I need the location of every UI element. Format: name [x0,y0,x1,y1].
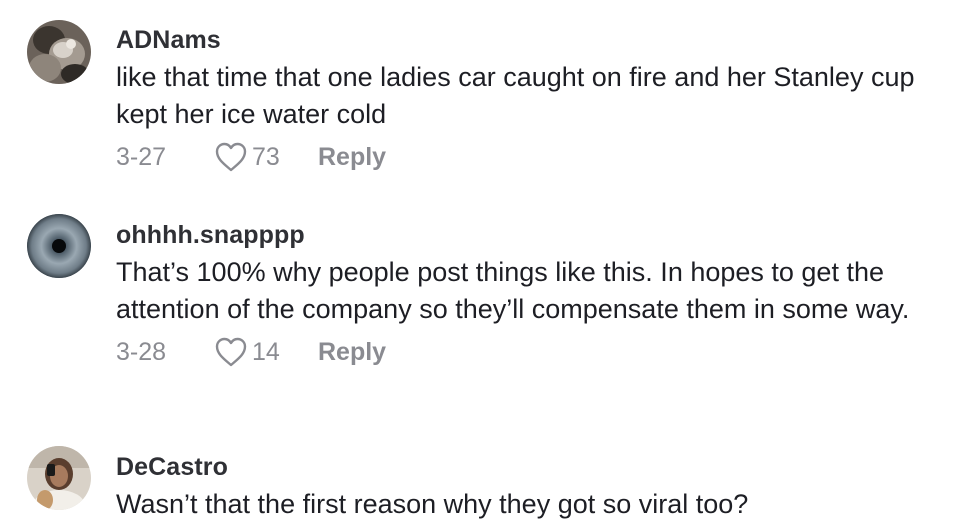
comment-username[interactable]: ADNams [116,25,972,55]
comment-meta: 3-28 14 Reply [116,332,972,372]
comment-username[interactable]: DeCastro [116,452,972,482]
avatar[interactable] [27,214,91,278]
comment-date: 3-28 [116,337,167,366]
avatar[interactable] [27,446,91,510]
comment-text: like that time that one ladies car caugh… [116,62,915,129]
heart-outline-icon [215,337,247,367]
like-button[interactable]: 14 [214,336,318,368]
comment-text: That’s 100% why people post things like … [116,257,910,324]
comment-date: 3-27 [116,142,167,171]
heart-outline-icon [215,142,247,172]
reply-button[interactable]: Reply [318,143,386,172]
like-button[interactable]: 73 [214,141,318,173]
avatar[interactable] [27,20,91,84]
eye-avatar-icon [27,214,91,278]
comment-text: Wasn’t that the first reason why they go… [116,489,749,519]
reply-button[interactable]: Reply [318,338,386,367]
comment-meta: 3-27 73 Reply [116,137,972,177]
like-count: 73 [252,142,280,171]
like-count: 14 [252,337,280,366]
user-avatar-photo-icon [27,20,91,84]
comment-username[interactable]: ohhhh.snapppp [116,220,972,250]
user-avatar-photo-icon [27,446,91,510]
